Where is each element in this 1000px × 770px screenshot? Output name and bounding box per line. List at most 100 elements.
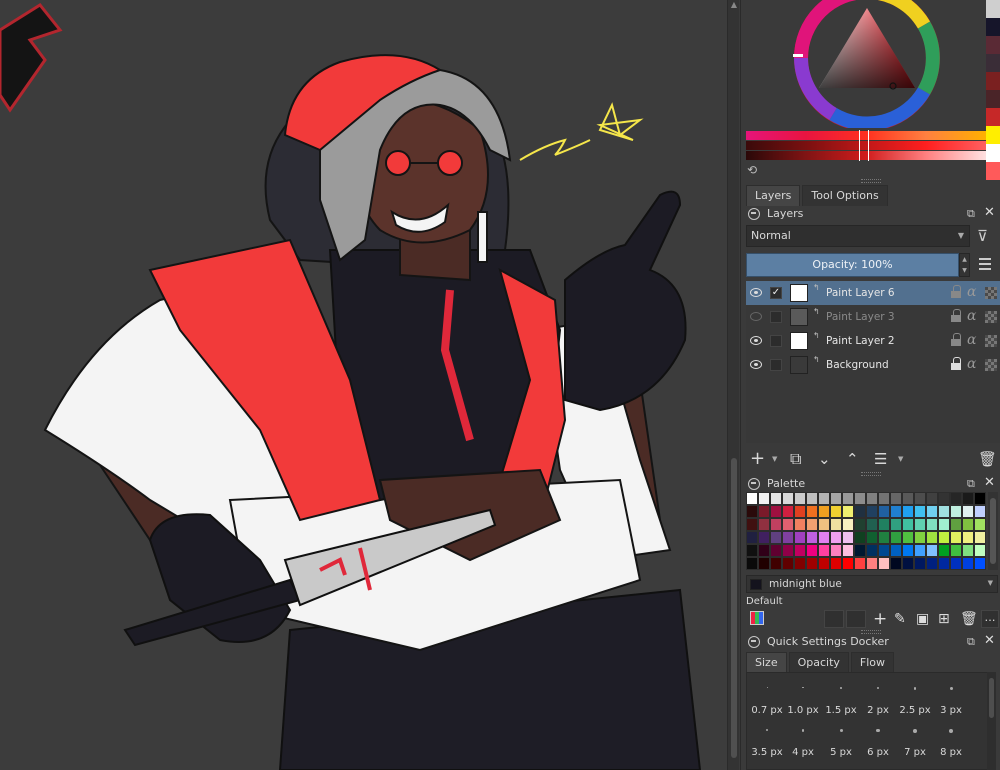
palette-swatch[interactable] xyxy=(830,492,842,505)
color-name-select[interactable]: midnight blue ▼ xyxy=(746,575,998,593)
palette-swatch[interactable] xyxy=(926,557,938,570)
palette-swatch[interactable] xyxy=(974,492,986,505)
grid-icon[interactable]: ⊞ xyxy=(938,610,950,628)
palette-swatch[interactable] xyxy=(914,518,926,531)
filter-icon[interactable]: ⊽ xyxy=(977,227,993,245)
palette-swatch[interactable] xyxy=(902,492,914,505)
palette-swatch[interactable] xyxy=(854,557,866,570)
add-color-icon[interactable]: + xyxy=(873,610,887,628)
layer-properties-icon[interactable]: ☰ xyxy=(874,449,887,469)
history-swatch[interactable] xyxy=(986,72,1000,90)
opacity-stepper[interactable]: ▲ ▼ xyxy=(959,253,970,277)
palette-swatch[interactable] xyxy=(842,557,854,570)
history-swatch[interactable] xyxy=(986,18,1000,36)
palette-swatch[interactable] xyxy=(962,492,974,505)
history-swatch[interactable] xyxy=(986,90,1000,108)
brush-size-preset[interactable]: 3 px xyxy=(933,705,969,716)
palette-swatch[interactable] xyxy=(866,557,878,570)
palette-swatch[interactable] xyxy=(974,505,986,518)
palette-swatch[interactable] xyxy=(770,518,782,531)
close-icon[interactable]: ✕ xyxy=(984,476,996,489)
palette-swatch[interactable] xyxy=(794,518,806,531)
palette-swatch[interactable] xyxy=(782,505,794,518)
palette-swatch[interactable] xyxy=(974,518,986,531)
history-swatch[interactable] xyxy=(986,144,1000,162)
palette-swatch[interactable] xyxy=(842,492,854,505)
layer-row[interactable]: ↰ Paint Layer 2 α xyxy=(746,329,1000,353)
palette-swatch[interactable] xyxy=(866,531,878,544)
palette-swatch[interactable] xyxy=(758,492,770,505)
palette-swatch[interactable] xyxy=(878,531,890,544)
palette-swatch[interactable] xyxy=(830,544,842,557)
tab-tool-options[interactable]: Tool Options xyxy=(802,185,888,206)
palette-swatch[interactable] xyxy=(938,557,950,570)
palette-swatch[interactable] xyxy=(902,557,914,570)
palette-swatch[interactable] xyxy=(950,505,962,518)
palette-swatch[interactable] xyxy=(950,531,962,544)
palette-swatch[interactable] xyxy=(842,531,854,544)
brush-size-preset[interactable]: 2 px xyxy=(860,705,896,716)
palette-swatch[interactable] xyxy=(866,505,878,518)
palette-swatch[interactable] xyxy=(818,557,830,570)
palette-swatch[interactable] xyxy=(950,557,962,570)
brush-size-preset[interactable]: 1.5 px xyxy=(823,705,859,716)
layer-checkbox[interactable] xyxy=(770,311,782,323)
palette-swatch[interactable] xyxy=(794,505,806,518)
palette-swatch[interactable] xyxy=(758,557,770,570)
canvas-vertical-scrollbar[interactable]: ▲ xyxy=(727,0,739,770)
palette-swatch[interactable] xyxy=(962,544,974,557)
palette-swatch[interactable] xyxy=(914,492,926,505)
history-swatch[interactable] xyxy=(986,126,1000,144)
close-icon[interactable]: ✕ xyxy=(984,634,996,647)
scrollbar-thumb[interactable] xyxy=(731,458,737,758)
palette-swatch[interactable] xyxy=(782,544,794,557)
palette-swatch[interactable] xyxy=(866,492,878,505)
palette-swatch[interactable] xyxy=(806,557,818,570)
palette-swatch[interactable] xyxy=(974,531,986,544)
palette-swatch[interactable] xyxy=(746,518,758,531)
palette-swatch-grid[interactable] xyxy=(746,492,986,570)
palette-swatch[interactable] xyxy=(818,531,830,544)
layer-checkbox[interactable] xyxy=(770,359,782,371)
eye-icon[interactable] xyxy=(750,312,762,321)
slider-marker[interactable] xyxy=(859,130,869,161)
palette-swatch[interactable] xyxy=(950,492,962,505)
palette-swatch[interactable] xyxy=(950,518,962,531)
palette-swatch[interactable] xyxy=(770,505,782,518)
palette-swatch[interactable] xyxy=(878,557,890,570)
palette-swatch[interactable] xyxy=(830,531,842,544)
palette-swatch[interactable] xyxy=(794,531,806,544)
chevron-down-icon[interactable]: ▼ xyxy=(772,455,777,463)
palette-swatch[interactable] xyxy=(782,492,794,505)
layer-checkbox[interactable]: ✓ xyxy=(770,287,782,299)
refresh-icon[interactable]: ⟲ xyxy=(747,164,759,176)
float-icon[interactable]: ⧉ xyxy=(967,636,979,647)
palette-swatch[interactable] xyxy=(866,518,878,531)
palette-swatch[interactable] xyxy=(830,505,842,518)
color-wheel[interactable] xyxy=(793,0,941,128)
alpha-lock-icon[interactable]: α xyxy=(967,308,976,324)
palette-swatch[interactable] xyxy=(794,492,806,505)
eye-icon[interactable] xyxy=(750,288,762,297)
blend-mode-select[interactable]: Normal ▼ xyxy=(746,225,970,247)
palette-swatch[interactable] xyxy=(770,544,782,557)
lock-icon[interactable] xyxy=(951,285,961,298)
eye-icon[interactable] xyxy=(750,336,762,345)
quick-settings-scrollbar[interactable] xyxy=(987,672,996,770)
palette-swatch[interactable] xyxy=(926,518,938,531)
palette-swatch[interactable] xyxy=(842,505,854,518)
lock-icon[interactable] xyxy=(951,357,961,370)
palette-swatch[interactable] xyxy=(818,492,830,505)
palette-swatch[interactable] xyxy=(782,518,794,531)
inherit-alpha-icon[interactable] xyxy=(985,335,997,347)
layer-row[interactable]: ↰ Background α xyxy=(746,353,1000,377)
palette-swatch[interactable] xyxy=(962,518,974,531)
alpha-lock-icon[interactable]: α xyxy=(967,284,976,300)
add-layer-icon[interactable]: + xyxy=(750,449,765,469)
close-icon[interactable]: ✕ xyxy=(984,206,996,219)
history-swatch[interactable] xyxy=(986,108,1000,126)
palette-swatch[interactable] xyxy=(758,505,770,518)
palette-swatch[interactable] xyxy=(938,544,950,557)
duplicate-layer-icon[interactable]: ⧉ xyxy=(790,449,801,469)
palette-swatch[interactable] xyxy=(926,492,938,505)
